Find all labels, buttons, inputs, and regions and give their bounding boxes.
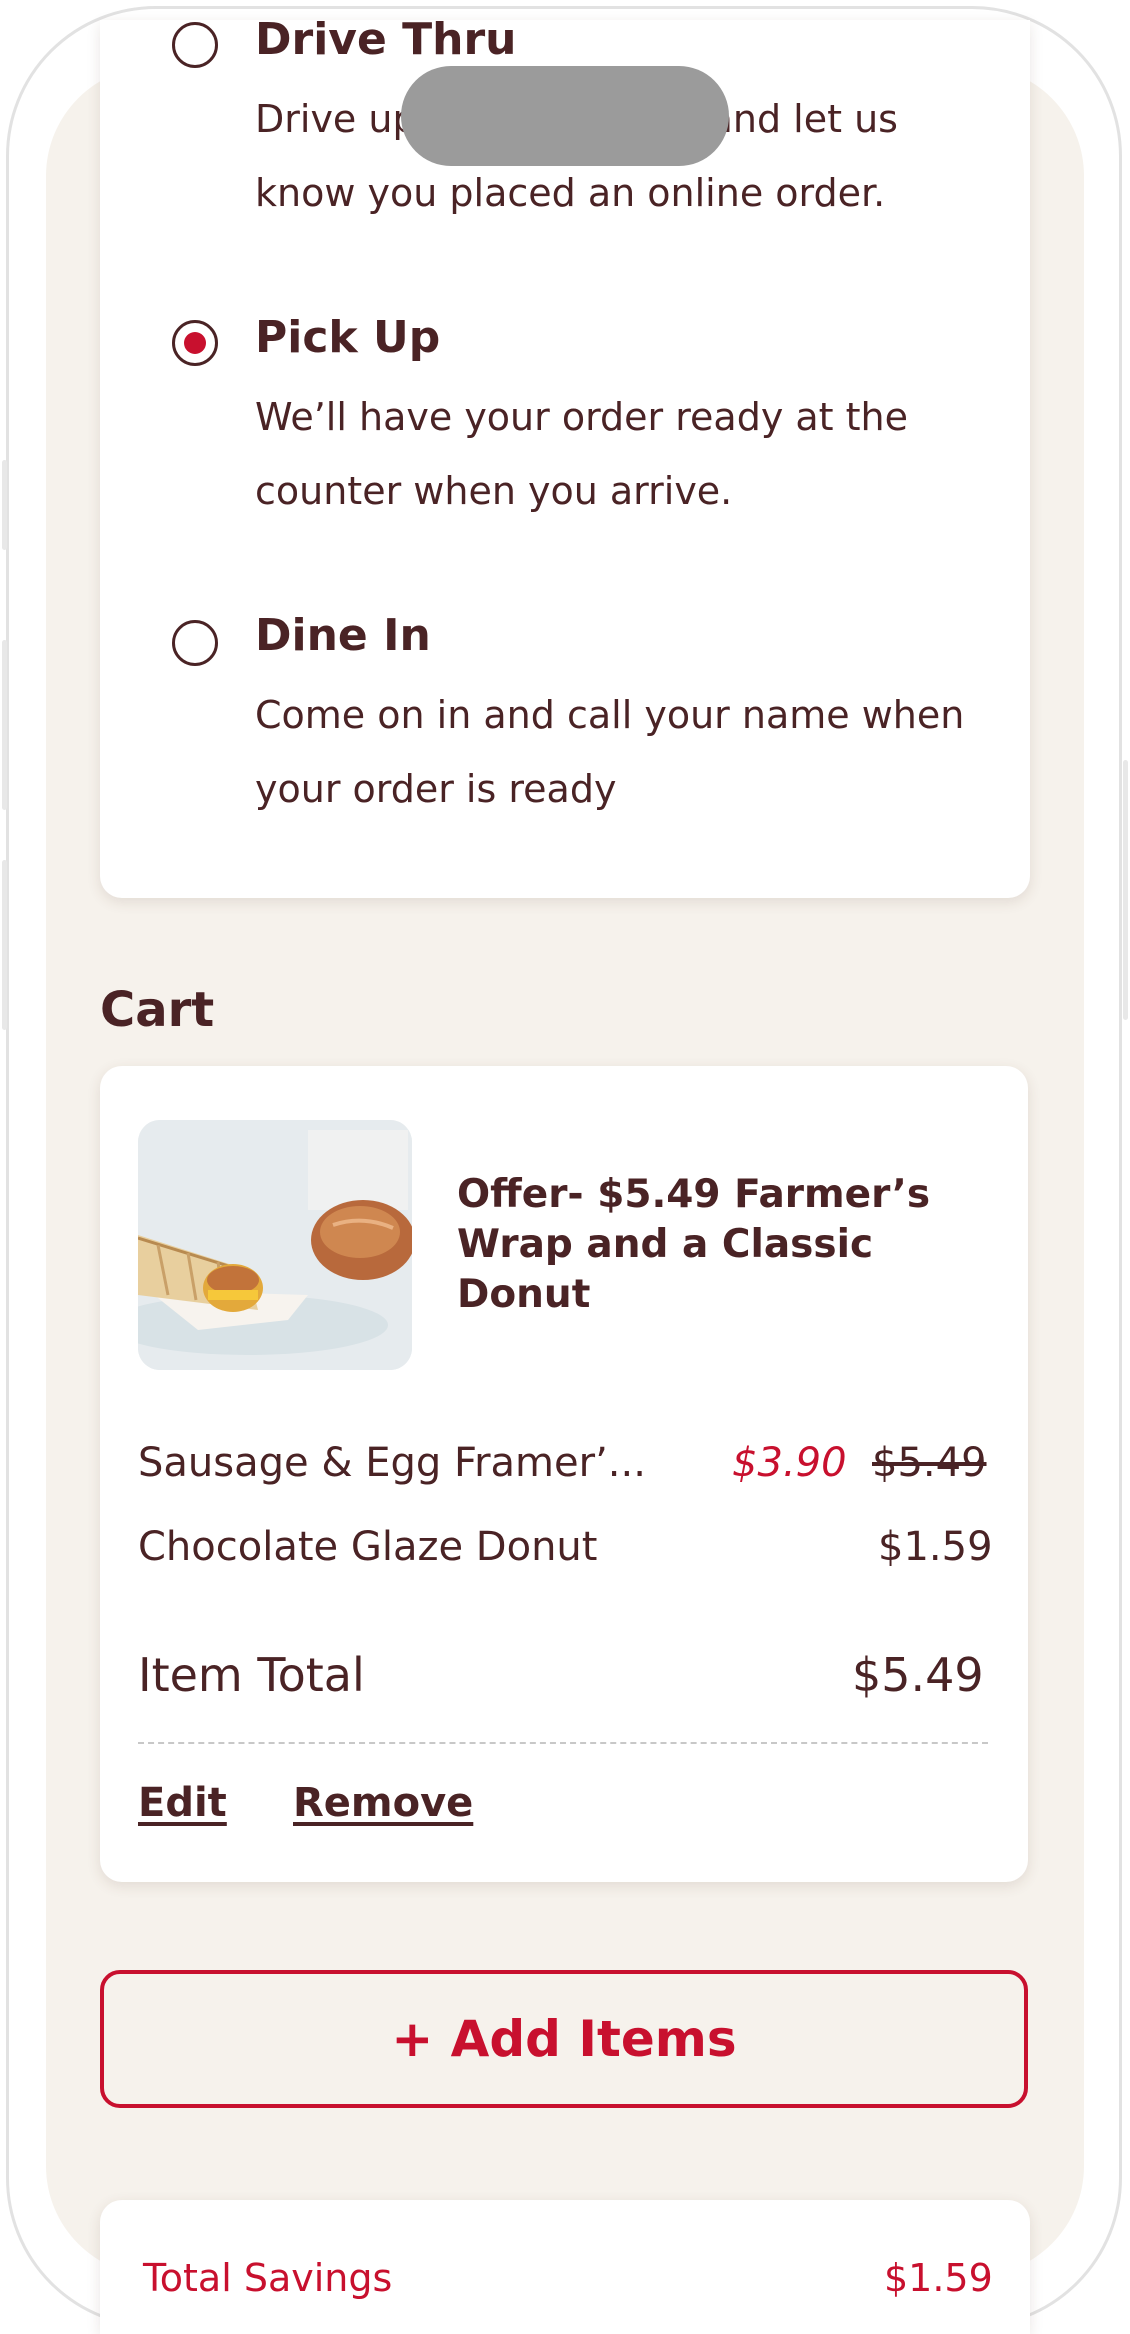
option-description: We’ll have your order ready at the count… [255,395,909,513]
cart-item-name: Sausage & Egg Framer’... [138,1440,646,1486]
option-description: Come on in and call your name when your … [255,693,965,811]
divider [138,1742,988,1744]
total-savings-label: Total Savings [143,2256,393,2300]
side-button [2,640,7,810]
option-title: Pick Up [255,312,441,363]
product-image [138,1120,412,1370]
cart-item-name: Chocolate Glaze Donut [138,1524,598,1570]
remove-link[interactable]: Remove [293,1780,473,1826]
item-price: $1.59 [878,1524,993,1570]
sale-price: $3.90 [732,1440,847,1486]
side-button [2,860,7,1030]
radio-drive-thru[interactable] [172,22,218,68]
option-title: Drive Thru [255,14,517,65]
offer-title: Offer- $5.49 Farmer’s Wrap and a Classic… [457,1172,931,1317]
item-total-value: $5.49 [852,1648,984,1702]
add-items-button[interactable]: + Add Items [100,1970,1028,2108]
side-button [1123,760,1128,1020]
radio-pick-up[interactable] [172,320,218,366]
option-title: Dine In [255,610,431,661]
original-price: $5.49 [872,1440,987,1486]
camera-notch [401,66,729,166]
food-illustration [138,1120,412,1370]
item-total-label: Item Total [138,1648,365,1702]
cart-heading: Cart [100,982,215,1038]
edit-link[interactable]: Edit [138,1780,227,1826]
side-button [2,460,7,550]
total-savings-value: $1.59 [884,2256,993,2300]
radio-dine-in[interactable] [172,620,218,666]
